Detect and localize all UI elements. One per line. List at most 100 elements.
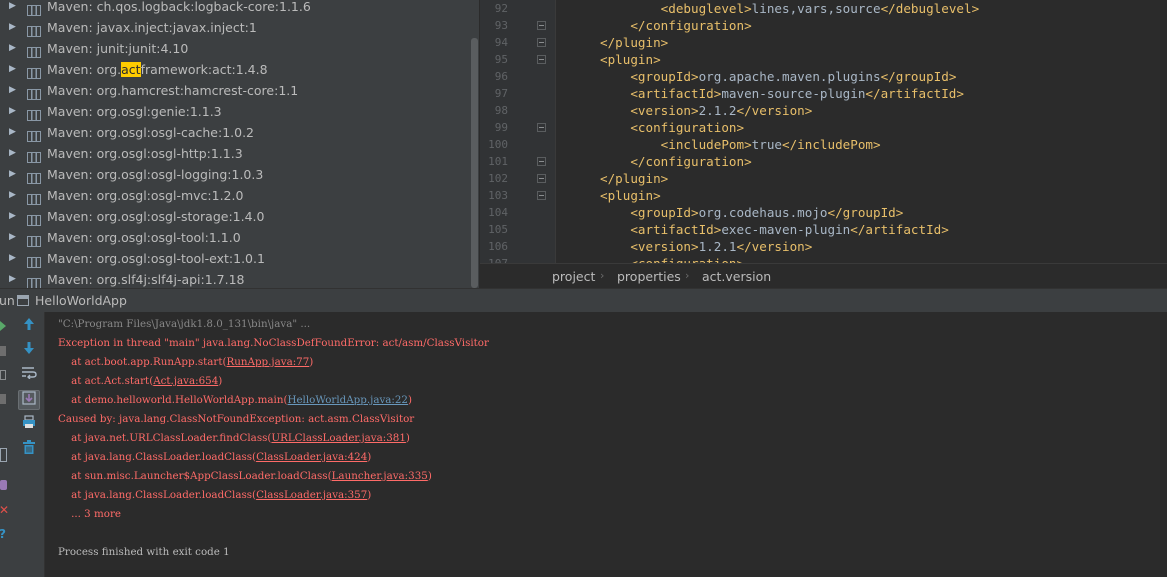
breadcrumb-separator-icon: › — [685, 269, 690, 282]
pin-icon[interactable] — [0, 394, 6, 404]
fold-marker-icon[interactable] — [537, 21, 546, 30]
code-line: <groupId>org.codehaus.mojo</groupId> — [600, 204, 903, 221]
tree-item[interactable]: ▶ Maven: org.osgl:genie:1.1.3 — [0, 101, 470, 122]
fold-marker-icon[interactable] — [537, 157, 546, 166]
tree-item[interactable]: ▶ Maven: org.osgl:osgl-cache:1.0.2 — [0, 122, 470, 143]
tree-item[interactable]: ▶ Maven: org.osgl:osgl-storage:1.4.0 — [0, 206, 470, 227]
library-icon — [27, 106, 41, 121]
tree-item[interactable]: ▶ Maven: org.osgl:osgl-tool-ext:1.0.1 — [0, 248, 470, 269]
xml-tag: <groupId> — [630, 205, 699, 220]
expand-arrow-icon[interactable]: ▶ — [9, 164, 16, 185]
console-text: ... 3 more — [71, 508, 121, 520]
expand-arrow-icon[interactable]: ▶ — [9, 101, 16, 122]
code-editor[interactable]: 92 93 94 95 96 97 98 99 100 101 102 103 104 105 106 107… — [480, 0, 1167, 263]
run-console-output[interactable]: "C:\Program Files\Java\jdk1.8.0_131\bin\… — [45, 312, 1167, 577]
expand-arrow-icon[interactable]: ▶ — [9, 269, 16, 288]
fold-marker-icon[interactable] — [537, 55, 546, 64]
console-line: "C:\Program Files\Java\jdk1.8.0_131\bin\… — [58, 317, 310, 331]
label-prefix: Maven: org. — [47, 62, 122, 77]
stop-icon[interactable] — [0, 346, 6, 356]
console-text: ) — [367, 489, 372, 501]
down-arrow-icon[interactable] — [18, 341, 40, 361]
stack-trace-link[interactable]: Launcher.java:335 — [332, 470, 428, 482]
breadcrumb-item[interactable]: project — [552, 269, 595, 284]
expand-arrow-icon[interactable]: ▶ — [9, 185, 16, 206]
console-text: Exception in thread "main" java.lang.NoC… — [58, 337, 489, 349]
console-line: at java.lang.ClassLoader.loadClass(Class… — [58, 450, 371, 464]
library-icon — [27, 22, 41, 37]
breadcrumb-item[interactable]: act.version — [702, 269, 771, 284]
tree-item-label: Maven: org.actframework:act:1.4.8 — [47, 59, 268, 80]
expand-arrow-icon[interactable]: ▶ — [9, 122, 16, 143]
expand-arrow-icon[interactable]: ▶ — [9, 227, 16, 248]
fold-marker-icon[interactable] — [537, 191, 546, 200]
tree-item[interactable]: ▶ Maven: org.hamcrest:hamcrest-core:1.1 — [0, 80, 470, 101]
expand-arrow-icon[interactable]: ▶ — [9, 17, 16, 38]
trash-icon[interactable] — [18, 440, 40, 460]
close-icon[interactable]: ✕ — [0, 504, 9, 516]
tree-item-label: Maven: org.osgl:genie:1.1.3 — [47, 104, 222, 119]
code-line: <configuration> — [600, 255, 744, 263]
library-icon — [27, 169, 41, 184]
tree-item[interactable]: ▶ Maven: javax.inject:javax.inject:1 — [0, 17, 470, 38]
print-icon[interactable] — [18, 415, 40, 435]
rerun-icon[interactable] — [0, 321, 6, 331]
expand-arrow-icon[interactable]: ▶ — [9, 38, 16, 59]
library-icon — [27, 64, 41, 79]
console-text: ) — [405, 432, 410, 444]
xml-tag: <plugin> — [600, 188, 661, 203]
expand-arrow-icon[interactable]: ▶ — [9, 248, 16, 269]
expand-arrow-icon[interactable]: ▶ — [9, 0, 16, 17]
scroll-to-end-icon[interactable] — [18, 390, 40, 410]
stack-trace-link[interactable]: Act.java:654 — [153, 375, 218, 387]
console-text: at java.lang.ClassLoader.loadClass( — [71, 489, 257, 501]
console-text: ) — [408, 394, 413, 406]
stack-trace-link[interactable]: HelloWorldApp.java:22 — [287, 394, 408, 406]
settings-icon[interactable] — [0, 480, 7, 490]
xml-tag: </configuration> — [630, 154, 752, 169]
library-icon — [27, 190, 41, 205]
fold-marker-icon[interactable] — [537, 123, 546, 132]
library-icon — [27, 232, 41, 247]
layout-icon[interactable] — [0, 448, 7, 462]
fold-marker-icon[interactable] — [537, 174, 546, 183]
tree-item[interactable]: ▶ Maven: org.osgl:osgl-tool:1.1.0 — [0, 227, 470, 248]
stack-trace-link[interactable]: RunApp.java:77 — [227, 356, 310, 368]
code-line: <artifactId>exec-maven-plugin</artifactI… — [600, 221, 948, 238]
fold-marker-icon[interactable] — [537, 38, 546, 47]
run-config-tab[interactable]: HelloWorldApp — [35, 293, 127, 308]
xml-text: lines,vars,source — [751, 1, 881, 16]
soft-wrap-icon[interactable] — [18, 365, 40, 385]
expand-arrow-icon[interactable]: ▶ — [9, 80, 16, 101]
xml-tag: </configuration> — [630, 18, 752, 33]
console-text: Caused by: java.lang.ClassNotFoundExcept… — [58, 413, 415, 425]
breadcrumb-item[interactable]: properties — [617, 269, 681, 284]
stack-trace-link[interactable]: ClassLoader.java:424 — [256, 451, 367, 463]
xml-tag: <plugin> — [600, 52, 661, 67]
stack-trace-link[interactable]: URLClassLoader.java:381 — [271, 432, 405, 444]
tree-item[interactable]: ▶ Maven: org.osgl:osgl-mvc:1.2.0 — [0, 185, 470, 206]
tree-item[interactable]: ▶ Maven: org.actframework:act:1.4.8 — [0, 59, 470, 80]
editor-gutter: 92 93 94 95 96 97 98 99 100 101 102 103 104 105 106 107 — [480, 0, 556, 263]
xml-tag: </version> — [736, 239, 813, 254]
scrollbar-thumb[interactable] — [471, 38, 478, 288]
project-tree-scrollbar[interactable] — [470, 0, 479, 288]
tree-item[interactable]: ▶ Maven: org.osgl:osgl-logging:1.0.3 — [0, 164, 470, 185]
tree-item-label: Maven: ch.qos.logback:logback-core:1.1.6 — [47, 0, 311, 14]
expand-arrow-icon[interactable]: ▶ — [9, 206, 16, 227]
expand-arrow-icon[interactable]: ▶ — [9, 59, 16, 80]
tree-item[interactable]: ▶ Maven: ch.qos.logback:logback-core:1.1.… — [0, 0, 470, 17]
tree-item[interactable]: ▶ Maven: junit:junit:4.10 — [0, 38, 470, 59]
tree-item[interactable]: ▶ Maven: org.osgl:osgl-http:1.1.3 — [0, 143, 470, 164]
tree-item[interactable]: ▶ Maven: org.slf4j:slf4j-api:1.7.18 — [0, 269, 470, 288]
stack-trace-link[interactable]: ClassLoader.java:357 — [256, 489, 367, 501]
expand-arrow-icon[interactable]: ▶ — [9, 143, 16, 164]
up-arrow-icon[interactable] — [18, 317, 40, 337]
console-text: at act.Act.start( — [71, 375, 154, 387]
line-number: 93 — [494, 19, 508, 32]
console-line: at act.Act.start(Act.java:654) — [58, 374, 222, 388]
line-number: 100 — [488, 138, 508, 151]
xml-tag: <debuglevel> — [660, 1, 752, 16]
help-icon[interactable]: ? — [0, 528, 6, 540]
restore-layout-icon[interactable] — [0, 370, 6, 380]
